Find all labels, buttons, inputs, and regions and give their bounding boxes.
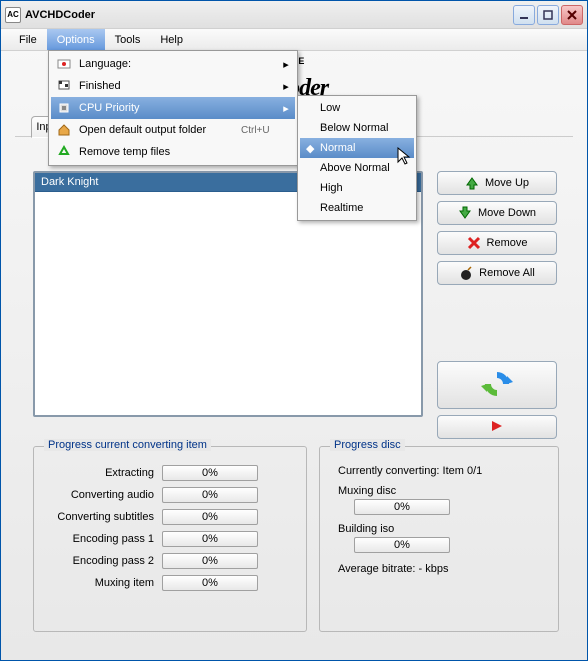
muxing-disc-label: Muxing disc [338, 485, 548, 497]
progress-bar: 0% [162, 465, 258, 481]
cpu-priority-option[interactable]: Above Normal [316, 158, 414, 178]
button-label: Move Down [478, 207, 536, 219]
progress-bar: 0% [162, 553, 258, 569]
cpu-priority-option[interactable]: High [316, 178, 414, 198]
menu-item-label: Remove temp files [79, 146, 291, 158]
menu-tools[interactable]: Tools [105, 29, 151, 50]
recycle-icon [55, 143, 73, 161]
building-iso-label: Building iso [338, 523, 548, 535]
progress-label: Extracting [44, 467, 154, 479]
progress-label: Encoding pass 2 [44, 555, 154, 567]
average-bitrate-text: Average bitrate: - kbps [338, 563, 548, 575]
progress-value: 0% [202, 489, 218, 501]
refresh-button[interactable] [437, 361, 557, 409]
progress-value: 0% [202, 511, 218, 523]
titlebar[interactable]: AC AVCHDCoder [1, 1, 587, 29]
menu-item-open-output-folder[interactable]: Open default output folder Ctrl+U [51, 119, 295, 141]
cpu-priority-option[interactable]: ◆ Normal [300, 138, 414, 158]
play-icon [490, 420, 504, 435]
progress-value: 0% [202, 577, 218, 589]
progress-row: Encoding pass 1 0% [44, 531, 296, 547]
arrow-up-icon [465, 176, 479, 190]
app-icon: AC [5, 7, 21, 23]
submenu-item-label: Realtime [320, 202, 363, 214]
maximize-button[interactable] [537, 5, 559, 25]
progress-bar: 0% [162, 487, 258, 503]
menu-file[interactable]: File [9, 29, 47, 50]
options-dropdown: Language: ▸ Finished ▸ CPU Priority ▸ Op… [48, 50, 298, 166]
menu-item-label: Open default output folder [79, 124, 235, 136]
button-label: Remove All [479, 267, 535, 279]
remove-all-button[interactable]: Remove All [437, 261, 557, 285]
button-label: Remove [487, 237, 528, 249]
progress-bar: 0% [162, 531, 258, 547]
building-iso-progress: 0% [354, 537, 450, 553]
submenu-arrow-icon: ▸ [281, 58, 291, 71]
cpu-icon [55, 99, 73, 117]
button-label: Move Up [485, 177, 529, 189]
currently-converting-text: Currently converting: Item 0/1 [338, 465, 548, 477]
progress-row: Muxing item 0% [44, 575, 296, 591]
app-window: AC AVCHDCoder File Options Tools Help TO… [0, 0, 588, 661]
progress-label: Encoding pass 1 [44, 533, 154, 545]
progress-disc-group: Progress disc Currently converting: Item… [319, 446, 559, 632]
progress-row: Extracting 0% [44, 465, 296, 481]
progress-label: Converting subtitles [44, 511, 154, 523]
progress-item-group: Progress current converting item Extract… [33, 446, 307, 632]
progress-bar: 0% [162, 509, 258, 525]
progress-value: 0% [202, 467, 218, 479]
remove-button[interactable]: Remove [437, 231, 557, 255]
progress-label: Muxing item [44, 577, 154, 589]
menu-item-label: CPU Priority [79, 102, 275, 114]
submenu-arrow-icon: ▸ [281, 102, 291, 115]
move-up-button[interactable]: Move Up [437, 171, 557, 195]
cpu-priority-option[interactable]: Low [316, 98, 414, 118]
bomb-icon [459, 266, 473, 280]
menu-options[interactable]: Options [47, 29, 105, 50]
refresh-icon [479, 366, 515, 405]
progress-label: Converting audio [44, 489, 154, 501]
progress-bar: 0% [162, 575, 258, 591]
flag-icon [55, 55, 73, 73]
check-mark-icon: ◆ [306, 142, 314, 155]
close-button[interactable] [561, 5, 583, 25]
menu-item-label: Language: [79, 58, 275, 70]
progress-value: 0% [202, 555, 218, 567]
home-icon [55, 121, 73, 139]
submenu-item-label: Below Normal [320, 122, 388, 134]
menu-item-label: Finished [79, 80, 275, 92]
menu-item-shortcut: Ctrl+U [241, 125, 291, 136]
x-icon [467, 236, 481, 250]
minimize-button[interactable] [513, 5, 535, 25]
play-button[interactable] [437, 415, 557, 439]
menu-item-finished[interactable]: Finished ▸ [51, 75, 295, 97]
menu-item-cpu-priority[interactable]: CPU Priority ▸ [51, 97, 295, 119]
submenu-item-label: Above Normal [320, 162, 390, 174]
progress-row: Encoding pass 2 0% [44, 553, 296, 569]
submenu-item-label: High [320, 182, 343, 194]
progress-row: Converting subtitles 0% [44, 509, 296, 525]
progress-row: Converting audio 0% [44, 487, 296, 503]
window-title: AVCHDCoder [25, 9, 513, 21]
menubar: File Options Tools Help [1, 29, 587, 51]
fieldset-legend: Progress current converting item [44, 439, 211, 451]
submenu-item-label: Normal [320, 142, 355, 154]
cpu-priority-option[interactable]: Below Normal [316, 118, 414, 138]
submenu-arrow-icon: ▸ [281, 80, 291, 93]
progress-value: 0% [202, 533, 218, 545]
muxing-disc-progress: 0% [354, 499, 450, 515]
arrow-down-icon [458, 206, 472, 220]
move-down-button[interactable]: Move Down [437, 201, 557, 225]
submenu-item-label: Low [320, 102, 340, 114]
cpu-priority-submenu: Low Below Normal ◆ Normal Above Normal High Re… [297, 95, 417, 221]
menu-help[interactable]: Help [150, 29, 193, 50]
cpu-priority-option[interactable]: Realtime [316, 198, 414, 218]
menu-item-remove-temp[interactable]: Remove temp files [51, 141, 295, 163]
flag-checkered-icon [55, 77, 73, 95]
menu-item-language[interactable]: Language: ▸ [51, 53, 295, 75]
fieldset-legend: Progress disc [330, 439, 405, 451]
